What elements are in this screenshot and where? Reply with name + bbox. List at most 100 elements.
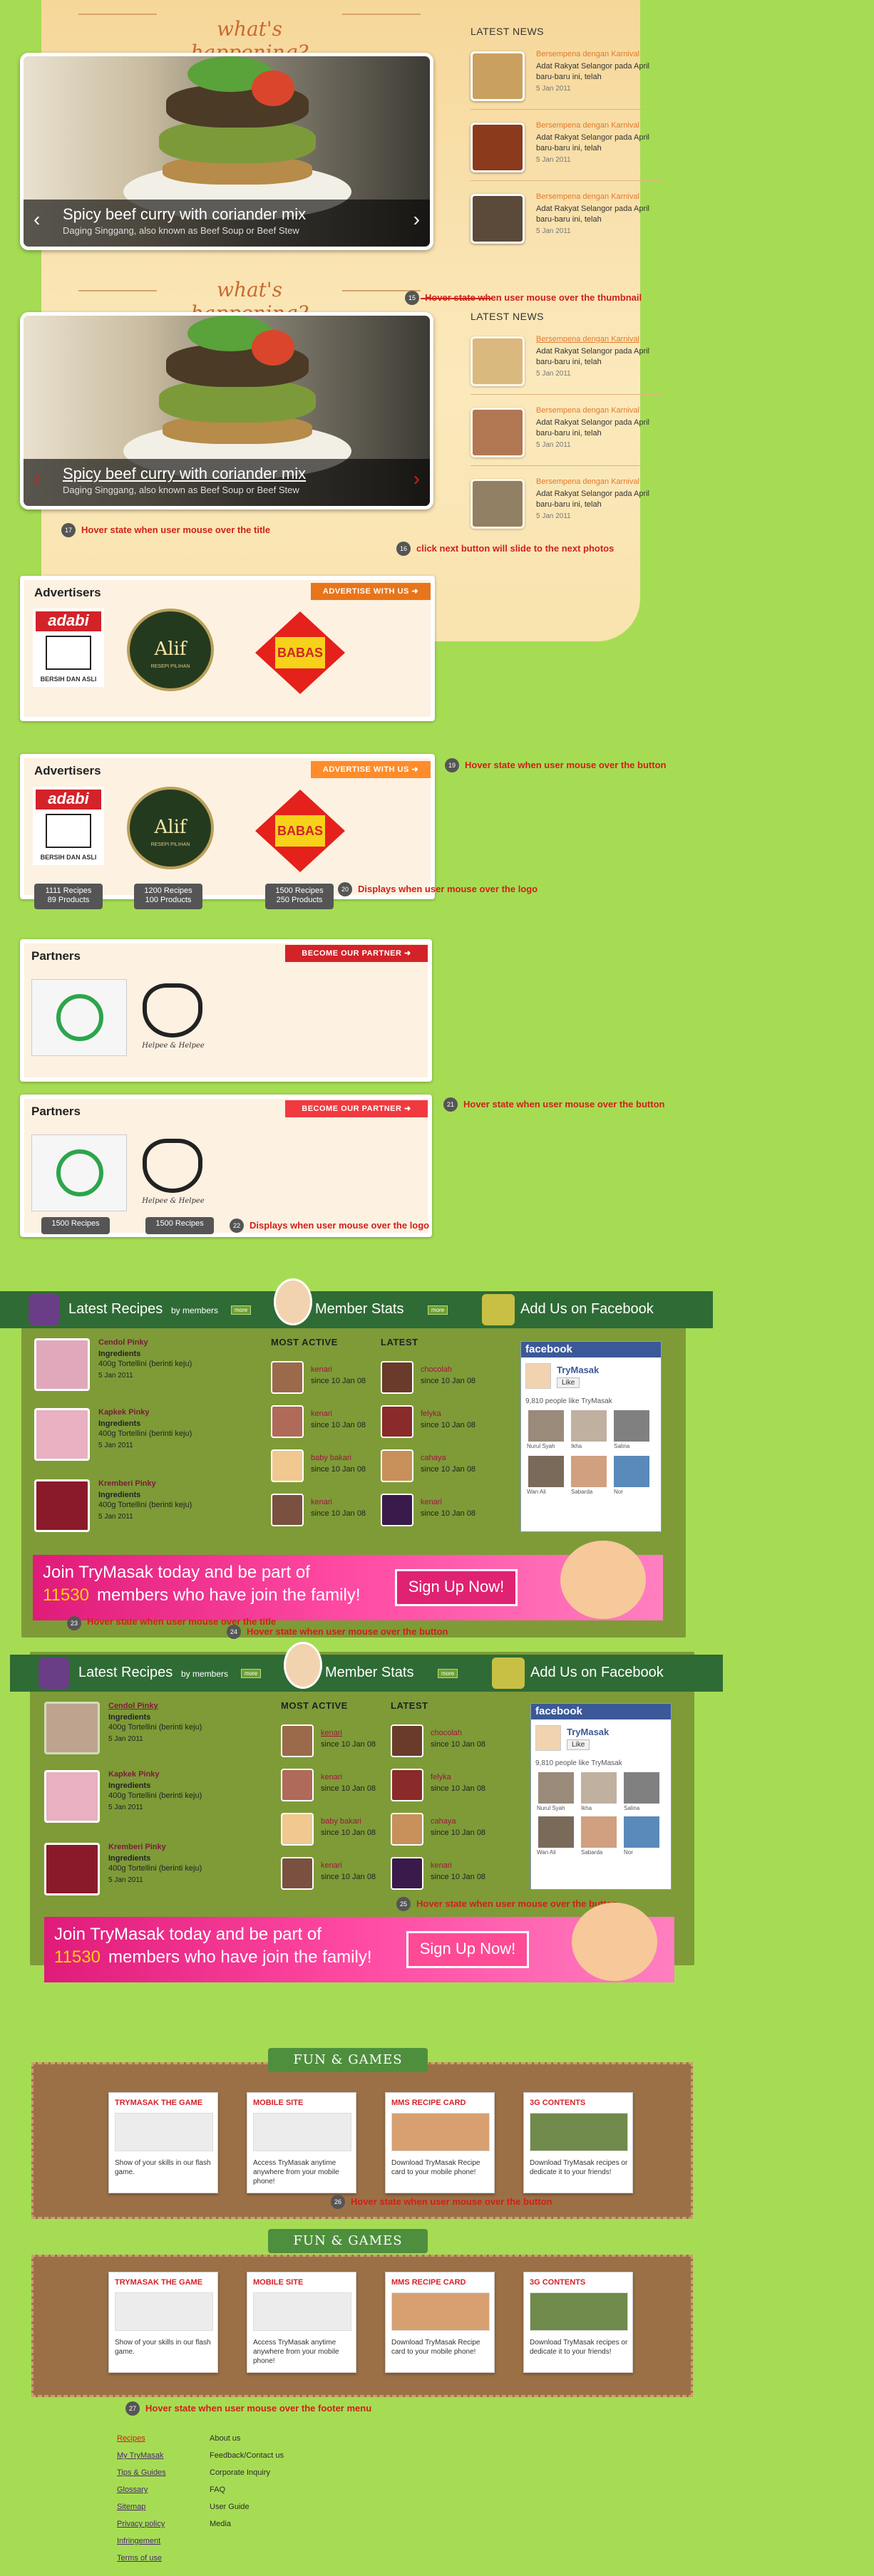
news-title[interactable]: Bersempena dengan Karnival: [536, 121, 639, 130]
member-item[interactable]: kenari since 10 Jan 08: [271, 1405, 378, 1447]
member-avatar[interactable]: [271, 1405, 304, 1438]
fun-card-title[interactable]: MOBILE SITE: [253, 2099, 303, 2107]
member-avatar[interactable]: [271, 1494, 304, 1526]
footer-link[interactable]: User Guide: [210, 2498, 352, 2515]
more-recipes-button[interactable]: more: [241, 1669, 262, 1678]
member-avatar[interactable]: [381, 1405, 413, 1438]
member-avatar[interactable]: [281, 1857, 314, 1890]
facebook-like-button[interactable]: Like: [567, 1739, 590, 1750]
member-name[interactable]: kenari: [421, 1498, 442, 1506]
news-item[interactable]: Bersempena dengan Karnival Adat Rakyat S…: [471, 190, 663, 252]
member-name[interactable]: kenari: [431, 1861, 452, 1870]
facebook-page-name[interactable]: TryMasak: [557, 1365, 599, 1375]
photo-slider[interactable]: ‹ Spicy beef curry with coriander mix Da…: [20, 53, 433, 250]
news-item[interactable]: Bersempena dengan Karnival Adat Rakyat S…: [471, 475, 663, 537]
fun-card-title[interactable]: MMS RECIPE CARD: [391, 2278, 466, 2287]
recipe-name[interactable]: Kremberi Pinky: [108, 1843, 166, 1851]
member-avatar[interactable]: [381, 1449, 413, 1482]
news-thumbnail[interactable]: [471, 123, 525, 172]
member-name[interactable]: chocolah: [421, 1365, 452, 1374]
partner-logo-halal[interactable]: [31, 1134, 127, 1211]
member-item[interactable]: kenari since 10 Jan 08: [381, 1494, 488, 1535]
member-item[interactable]: kenari since 10 Jan 08: [391, 1857, 498, 1898]
sign-up-button[interactable]: Sign Up Now!: [395, 1569, 518, 1606]
member-avatar[interactable]: [381, 1494, 413, 1526]
member-item[interactable]: baby bakari since 10 Jan 08: [281, 1813, 388, 1854]
partner-logo-halal[interactable]: [31, 979, 127, 1056]
become-partner-button[interactable]: BECOME OUR PARTNER ➜: [285, 945, 428, 962]
news-title[interactable]: Bersempena dengan Karnival: [536, 477, 639, 486]
member-avatar[interactable]: [391, 1857, 423, 1890]
news-thumbnail-hover[interactable]: [471, 336, 525, 386]
member-avatar[interactable]: [391, 1769, 423, 1801]
member-avatar[interactable]: [281, 1813, 314, 1846]
more-recipes-button[interactable]: more: [231, 1305, 252, 1315]
footer-link[interactable]: Infringement: [117, 2533, 202, 2550]
news-title[interactable]: Bersempena dengan Karnival: [536, 50, 639, 58]
recipe-item[interactable]: Kapkek Pinky Ingredients 400g Tortellini…: [44, 1770, 237, 1841]
news-title[interactable]: Bersempena dengan Karnival: [536, 335, 639, 343]
partner-logo-helpee[interactable]: Helpee & Helpee: [135, 979, 211, 1056]
advertise-with-us-button-hover[interactable]: ADVERTISE WITH US ➜: [311, 761, 431, 778]
alif-logo[interactable]: Alif RESEPI PILIHAN: [127, 787, 214, 869]
fun-card[interactable]: MOBILE SITE Access TryMasak anytime anywh…: [247, 2092, 356, 2193]
footer-link[interactable]: Recipes: [117, 2430, 202, 2447]
fun-card-title[interactable]: TRYMASAK THE GAME: [115, 2278, 202, 2287]
news-item[interactable]: Bersempena dengan Karnival Adat Rakyat S…: [471, 47, 663, 110]
fun-card[interactable]: TRYMASAK THE GAME Show of your skills in …: [108, 2092, 218, 2193]
recipe-name[interactable]: Kremberi Pinky: [98, 1479, 156, 1488]
member-item[interactable]: cahaya since 10 Jan 08: [391, 1813, 498, 1854]
news-thumbnail[interactable]: [471, 51, 525, 101]
member-item[interactable]: kenari since 10 Jan 08: [281, 1857, 388, 1898]
photo-slider-hover[interactable]: ‹ Spicy beef curry with coriander mix Da…: [20, 312, 433, 509]
member-avatar[interactable]: [281, 1769, 314, 1801]
member-item[interactable]: felyka since 10 Jan 08: [391, 1769, 498, 1810]
recipe-item[interactable]: Cendol Pinky Ingredients 400g Tortellini…: [34, 1338, 227, 1409]
member-name[interactable]: cahaya: [431, 1817, 456, 1826]
member-item[interactable]: chocolah since 10 Jan 08: [391, 1724, 498, 1766]
member-item[interactable]: kenari since 10 Jan 08: [271, 1494, 378, 1535]
member-avatar[interactable]: [381, 1361, 413, 1394]
sign-up-button-hover[interactable]: Sign Up Now!: [406, 1931, 529, 1968]
fun-card-title[interactable]: 3G CONTENTS: [530, 2278, 585, 2287]
member-name[interactable]: kenari: [311, 1409, 332, 1418]
member-name[interactable]: baby bakari: [311, 1454, 351, 1462]
recipe-name-hover[interactable]: Cendol Pinky: [108, 1702, 158, 1710]
member-item[interactable]: kenari since 10 Jan 08: [281, 1769, 388, 1810]
partner-logo-helpee[interactable]: Helpee & Helpee: [135, 1134, 211, 1211]
recipe-name[interactable]: Kapkek Pinky: [108, 1770, 160, 1779]
fun-card-title[interactable]: MOBILE SITE: [253, 2278, 303, 2287]
member-name[interactable]: felyka: [421, 1409, 441, 1418]
facebook-page-name[interactable]: TryMasak: [567, 1727, 609, 1737]
news-thumbnail-hover[interactable]: [471, 479, 525, 529]
member-avatar[interactable]: [271, 1361, 304, 1394]
fun-card[interactable]: 3G CONTENTS Download TryMasak recipes or …: [523, 2092, 633, 2193]
news-item[interactable]: Bersempena dengan Karnival Adat Rakyat S…: [471, 118, 663, 181]
fun-card[interactable]: MMS RECIPE CARD Download TryMasak Recipe …: [385, 2272, 495, 2373]
facebook-like-button[interactable]: Like: [557, 1377, 580, 1388]
member-name[interactable]: baby bakari: [321, 1817, 361, 1826]
adabi-logo[interactable]: adabi BERSIH DAN ASLI: [33, 609, 104, 687]
slide-title-hover[interactable]: Spicy beef curry with coriander mix: [63, 465, 306, 483]
next-arrow-icon[interactable]: ›: [413, 467, 420, 490]
recipe-thumbnail[interactable]: [44, 1843, 100, 1895]
member-item[interactable]: kenari since 10 Jan 08: [271, 1361, 378, 1402]
member-name[interactable]: kenari: [311, 1498, 332, 1506]
recipe-thumbnail[interactable]: [34, 1408, 90, 1461]
fun-card-title[interactable]: 3G CONTENTS: [530, 2099, 585, 2107]
member-name[interactable]: kenari: [321, 1773, 342, 1781]
member-avatar[interactable]: [271, 1449, 304, 1482]
fun-card[interactable]: 3G CONTENTS Download TryMasak recipes or …: [523, 2272, 633, 2373]
footer-link[interactable]: FAQ: [210, 2481, 352, 2498]
prev-arrow-icon[interactable]: ‹: [34, 208, 40, 231]
recipe-item[interactable]: Kapkek Pinky Ingredients 400g Tortellini…: [34, 1408, 227, 1479]
fun-card-title[interactable]: TRYMASAK THE GAME: [115, 2099, 202, 2107]
recipe-name[interactable]: Kapkek Pinky: [98, 1408, 150, 1417]
member-avatar[interactable]: [391, 1813, 423, 1846]
footer-link[interactable]: Tips & Guides: [117, 2464, 202, 2481]
footer-link[interactable]: Terms of use: [117, 2550, 202, 2567]
alif-logo[interactable]: Alif RESEPI PILIHAN: [127, 609, 214, 691]
fun-card-hover[interactable]: TRYMASAK THE GAME Show of your skills in …: [108, 2272, 218, 2373]
footer-link[interactable]: Glossary: [117, 2481, 202, 2498]
news-title[interactable]: Bersempena dengan Karnival: [536, 406, 639, 415]
